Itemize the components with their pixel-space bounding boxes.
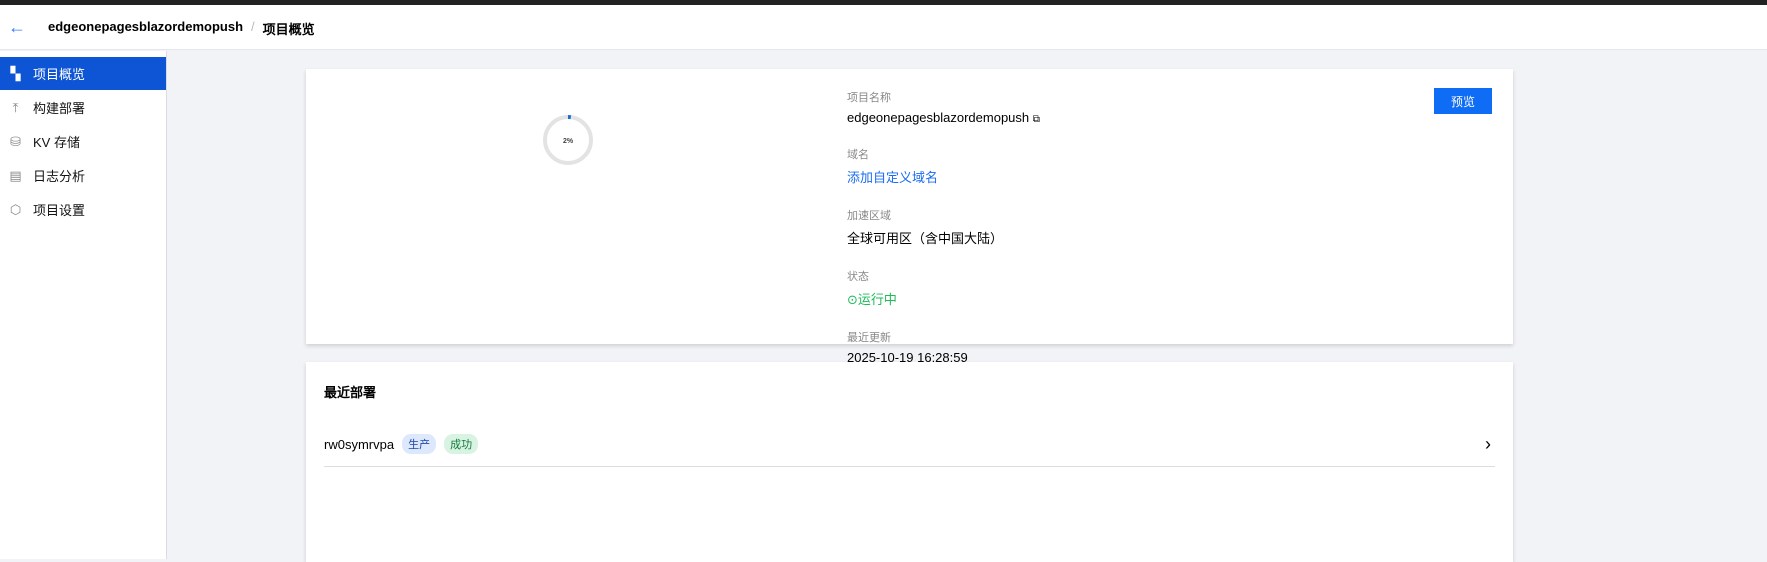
progress-text: 2% — [563, 138, 574, 145]
back-arrow-icon[interactable]: ← — [8, 17, 26, 38]
domain-label: 域名 — [847, 149, 869, 161]
recent-deployments-title: 最近部署 — [324, 385, 377, 400]
project-name-text: edgeonepagesblazordemopush — [847, 110, 1030, 125]
database-icon: ⛁ — [10, 133, 21, 149]
upload-icon: ⤒ — [12, 99, 19, 115]
sidebar-item-label: 项目概览 — [33, 67, 86, 82]
updated-label: 最近更新 — [847, 332, 891, 344]
project-info: 项目名称 edgeonepagesblazordemopush ⧉ 域名 添加自… — [847, 89, 1040, 386]
add-custom-domain-link[interactable]: 添加自定义域名 — [847, 167, 1040, 186]
status-value: ⊙运行中 — [847, 289, 1040, 308]
copy-icon[interactable]: ⧉ — [1033, 114, 1040, 125]
sidebar-item-kv-storage[interactable]: ⛁ KV 存储 — [0, 125, 166, 158]
sidebar-item-overview[interactable]: ▚ 项目概览 — [0, 57, 166, 90]
check-circle-icon: ⊙ — [847, 292, 858, 307]
breadcrumb-project[interactable]: edgeonepagesblazordemopush — [48, 19, 243, 38]
region-value: 全球可用区（含中国大陆） — [847, 231, 1004, 246]
deployment-row[interactable]: rw0symrvpa 生产 成功 › — [324, 422, 1495, 467]
recent-deployments-card: 最近部署 rw0symrvpa 生产 成功 › — [306, 362, 1513, 562]
progress-ring: 2% — [543, 115, 593, 165]
project-overview-card: 2% 项目名称 edgeonepagesblazordemopush ⧉ 域名 … — [306, 69, 1513, 365]
dashboard-icon: ▚ — [10, 65, 21, 81]
document-icon: ▤ — [9, 167, 22, 183]
sidebar: ▚ 项目概览 ⤒ 构建部署 ⛁ KV 存储 ▤ 日志分析 ⬡ 项目设置 — [0, 51, 167, 559]
sidebar-item-label: 项目设置 — [33, 203, 86, 218]
status-badge: 成功 — [444, 434, 479, 454]
status-text: 运行中 — [857, 292, 897, 307]
deployment-id: rw0symrvpa — [324, 436, 395, 452]
sidebar-item-settings[interactable]: ⬡ 项目设置 — [0, 193, 166, 226]
name-label: 项目名称 — [847, 92, 891, 104]
sidebar-item-build-deploy[interactable]: ⤒ 构建部署 — [0, 91, 166, 124]
status-label: 状态 — [847, 271, 869, 283]
settings-icon: ⬡ — [9, 201, 22, 217]
sidebar-item-log-analysis[interactable]: ▤ 日志分析 — [0, 159, 166, 192]
chevron-right-icon[interactable]: › — [1485, 434, 1491, 455]
header: ← edgeonepagesblazordemopush / 项目概览 — [0, 5, 1767, 50]
project-name: edgeonepagesblazordemopush ⧉ — [847, 110, 1040, 125]
sidebar-item-label: 日志分析 — [33, 169, 86, 184]
sidebar-item-label: KV 存储 — [33, 135, 80, 150]
region-label: 加速区域 — [847, 210, 891, 222]
sidebar-item-label: 构建部署 — [33, 101, 86, 116]
env-badge: 生产 — [402, 434, 437, 454]
breadcrumb-current: 项目概览 — [262, 22, 315, 37]
preview-button[interactable]: 预览 — [1434, 88, 1492, 114]
breadcrumb-separator: / — [251, 19, 255, 34]
breadcrumb: edgeonepagesblazordemopush / 项目概览 — [48, 19, 315, 38]
